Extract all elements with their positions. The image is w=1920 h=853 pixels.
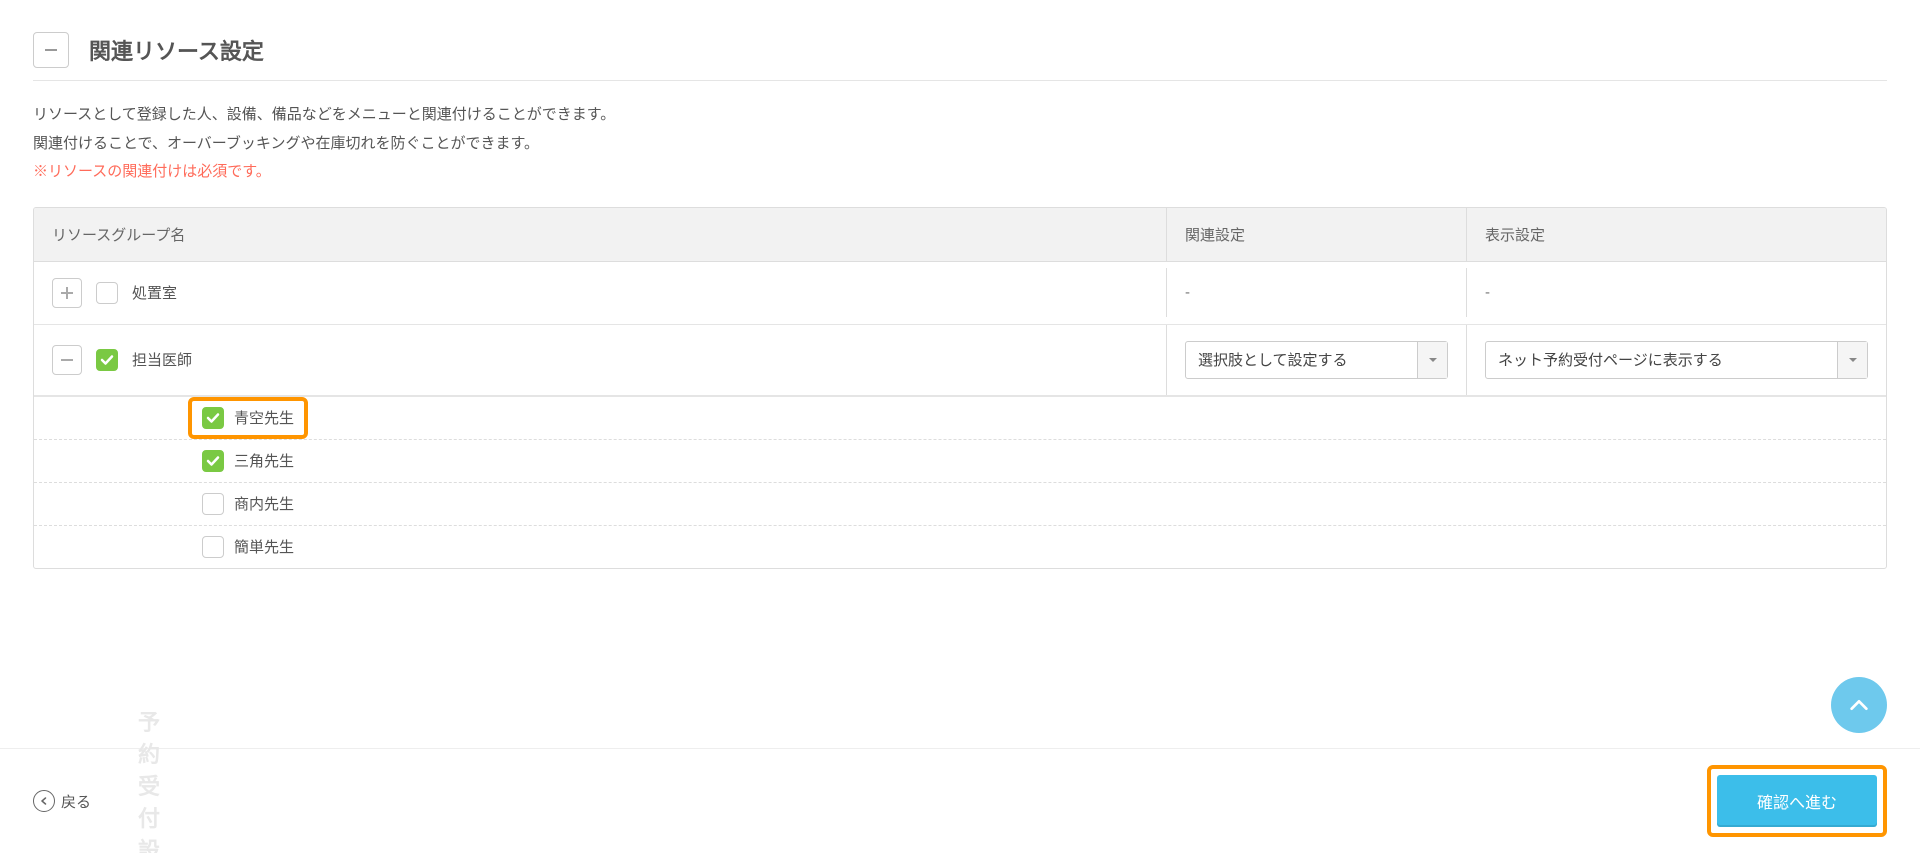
- scroll-to-top-button[interactable]: [1831, 677, 1887, 733]
- section-description: リソースとして登録した人、設備、備品などをメニューと関連付けることができます。 …: [33, 81, 1887, 207]
- sub-row: 青空先生: [34, 397, 1886, 440]
- highlight-annotation: 確認へ進む: [1707, 765, 1887, 837]
- row-label: 処置室: [132, 282, 177, 303]
- table-header: リソースグループ名 関連設定 表示設定: [34, 208, 1886, 262]
- related-select-value: 選択肢として設定する: [1186, 349, 1417, 370]
- table-row: 処置室 - -: [34, 262, 1886, 325]
- sub-checkbox[interactable]: [202, 450, 224, 472]
- display-empty: -: [1485, 284, 1490, 301]
- sub-checkbox[interactable]: [202, 536, 224, 558]
- chevron-down-icon: [1417, 342, 1447, 378]
- ghost-section-title: 予約受付設定: [138, 705, 160, 853]
- description-warning: ※リソースの関連付けは必須です。: [33, 158, 1887, 187]
- section-header: 関連リソース設定: [33, 20, 1887, 81]
- sub-label: 青空先生: [234, 407, 294, 428]
- display-select-value: ネット予約受付ページに表示する: [1486, 349, 1837, 370]
- back-button[interactable]: 戻る: [33, 790, 91, 812]
- collapse-button[interactable]: [52, 345, 82, 375]
- confirm-button[interactable]: 確認へ進む: [1717, 775, 1877, 827]
- sub-row: 簡単先生: [34, 526, 1886, 568]
- resource-table: リソースグループ名 関連設定 表示設定 処置室 - -: [33, 207, 1887, 569]
- table-row: 担当医師 選択肢として設定する ネット予約受付ページに表示する: [34, 325, 1886, 396]
- sub-checkbox[interactable]: [202, 493, 224, 515]
- related-select[interactable]: 選択肢として設定する: [1185, 341, 1448, 379]
- row-checkbox[interactable]: [96, 349, 118, 371]
- section-title: 関連リソース設定: [89, 34, 264, 66]
- expand-button[interactable]: [52, 278, 82, 308]
- display-select[interactable]: ネット予約受付ページに表示する: [1485, 341, 1868, 379]
- header-resource-name: リソースグループ名: [34, 208, 1166, 261]
- related-empty: -: [1185, 284, 1190, 301]
- row-checkbox[interactable]: [96, 282, 118, 304]
- header-display: 表示設定: [1466, 208, 1886, 261]
- description-line-2: 関連付けることで、オーバーブッキングや在庫切れを防ぐことができます。: [33, 130, 1887, 159]
- back-label: 戻る: [61, 791, 91, 812]
- header-related: 関連設定: [1166, 208, 1466, 261]
- sub-row: 三角先生: [34, 440, 1886, 483]
- footer-bar: 予約受付設定 戻る 確認へ進む: [0, 748, 1920, 853]
- chevron-down-icon: [1837, 342, 1867, 378]
- sub-label: 簡単先生: [234, 536, 294, 557]
- sub-checkbox[interactable]: [202, 407, 224, 429]
- row-label: 担当医師: [132, 349, 192, 370]
- sub-label: 商内先生: [234, 493, 294, 514]
- description-line-1: リソースとして登録した人、設備、備品などをメニューと関連付けることができます。: [33, 101, 1887, 130]
- highlight-annotation: 青空先生: [188, 397, 308, 439]
- sub-resource-list: 青空先生 三角先生 商内先生 簡単先生: [34, 396, 1886, 568]
- back-icon: [33, 790, 55, 812]
- sub-row: 商内先生: [34, 483, 1886, 526]
- sub-label: 三角先生: [234, 450, 294, 471]
- section-collapse-button[interactable]: [33, 32, 69, 68]
